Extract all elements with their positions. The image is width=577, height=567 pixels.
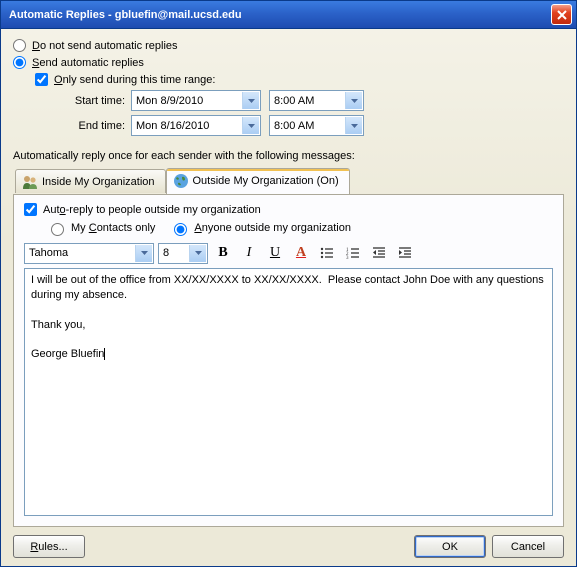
dropdown-icon (135, 245, 152, 262)
dropdown-icon (242, 92, 259, 109)
font-value: Tahoma (29, 247, 68, 259)
send-label: Send automatic replies (32, 57, 144, 69)
outdent-icon (372, 246, 386, 260)
auto-reply-outside-row[interactable]: Auto-reply to people outside my organiza… (24, 203, 553, 216)
underline-button[interactable]: U (264, 242, 286, 264)
decrease-indent-button[interactable] (368, 242, 390, 264)
start-hour-combo[interactable]: 8:00 AM (269, 90, 364, 111)
automatic-replies-dialog: Automatic Replies - gbluefin@mail.ucsd.e… (0, 0, 577, 567)
only-send-range-row[interactable]: Only send during this time range: (35, 73, 564, 86)
auto-reply-outside-label: Auto-reply to people outside my organiza… (43, 204, 261, 216)
ok-button[interactable]: OK (414, 535, 486, 558)
dropdown-icon (345, 117, 362, 134)
numbered-list-icon: 1 2 3 (346, 246, 360, 260)
end-time-label: End time: (61, 120, 131, 132)
dropdown-icon (345, 92, 362, 109)
do-not-send-radio[interactable] (13, 39, 26, 52)
outside-scope-radios: My Contacts only Anyone outside my organ… (46, 220, 553, 236)
start-date-combo[interactable]: Mon 8/9/2010 (131, 90, 261, 111)
send-radio[interactable] (13, 56, 26, 69)
reply-section-label: Automatically reply once for each sender… (13, 150, 564, 162)
start-time-row: Start time: Mon 8/9/2010 8:00 AM (61, 90, 564, 111)
font-size-combo[interactable]: 8 (158, 243, 208, 264)
dropdown-icon (242, 117, 259, 134)
dialog-buttons: Rules... OK Cancel (13, 527, 564, 558)
svg-text:3: 3 (346, 256, 349, 260)
cancel-button[interactable]: Cancel (492, 535, 564, 558)
bold-button[interactable]: B (212, 242, 234, 264)
contacts-only-row[interactable]: My Contacts only (46, 220, 155, 236)
only-send-range-checkbox[interactable] (35, 73, 48, 86)
text-caret (104, 348, 105, 360)
message-body: I will be out of the office from XX/XX/X… (31, 274, 547, 360)
end-hour-value: 8:00 AM (274, 120, 314, 132)
dropdown-icon (189, 245, 206, 262)
people-icon (22, 174, 38, 190)
anyone-outside-row[interactable]: Anyone outside my organization (169, 220, 351, 236)
send-radio-row[interactable]: Send automatic replies (13, 56, 564, 69)
tab-strip: Inside My Organization Outside My Organi… (15, 168, 564, 194)
bullet-list-icon (320, 246, 334, 260)
message-editor[interactable]: I will be out of the office from XX/XX/X… (24, 268, 553, 516)
close-button[interactable] (551, 4, 572, 25)
do-not-send-radio-row[interactable]: Do not send automatic replies (13, 39, 564, 52)
numbered-list-button[interactable]: 1 2 3 (342, 242, 364, 264)
globe-icon (173, 173, 189, 189)
auto-reply-outside-checkbox[interactable] (24, 203, 37, 216)
start-hour-value: 8:00 AM (274, 95, 314, 107)
indent-icon (398, 246, 412, 260)
tab-inside-organization[interactable]: Inside My Organization (15, 169, 166, 193)
close-icon (557, 10, 567, 20)
format-toolbar: Tahoma 8 B I U A (24, 242, 553, 264)
end-hour-combo[interactable]: 8:00 AM (269, 115, 364, 136)
increase-indent-button[interactable] (394, 242, 416, 264)
only-send-range-label: Only send during this time range: (54, 74, 215, 86)
window-title: Automatic Replies - gbluefin@mail.ucsd.e… (9, 9, 551, 21)
do-not-send-label: Do not send automatic replies (32, 40, 178, 52)
rules-button[interactable]: Rules... (13, 535, 85, 558)
font-color-button[interactable]: A (290, 242, 312, 264)
start-date-value: Mon 8/9/2010 (136, 95, 203, 107)
italic-button[interactable]: I (238, 242, 260, 264)
font-size-value: 8 (163, 247, 169, 259)
end-date-value: Mon 8/16/2010 (136, 120, 209, 132)
contacts-only-label: My Contacts only (71, 222, 155, 234)
end-date-combo[interactable]: Mon 8/16/2010 (131, 115, 261, 136)
tab-outside-organization[interactable]: Outside My Organization (On) (166, 168, 350, 194)
dialog-body: Do not send automatic replies Send autom… (1, 29, 576, 566)
anyone-outside-label: Anyone outside my organization (194, 222, 351, 234)
end-time-row: End time: Mon 8/16/2010 8:00 AM (61, 115, 564, 136)
outside-panel: Auto-reply to people outside my organiza… (13, 194, 564, 527)
start-time-label: Start time: (61, 95, 131, 107)
anyone-outside-radio[interactable] (174, 223, 187, 236)
tab-outside-label: Outside My Organization (On) (193, 175, 339, 187)
bullet-list-button[interactable] (316, 242, 338, 264)
tab-inside-label: Inside My Organization (42, 176, 155, 188)
font-combo[interactable]: Tahoma (24, 243, 154, 264)
contacts-only-radio[interactable] (51, 223, 64, 236)
titlebar: Automatic Replies - gbluefin@mail.ucsd.e… (1, 1, 576, 29)
